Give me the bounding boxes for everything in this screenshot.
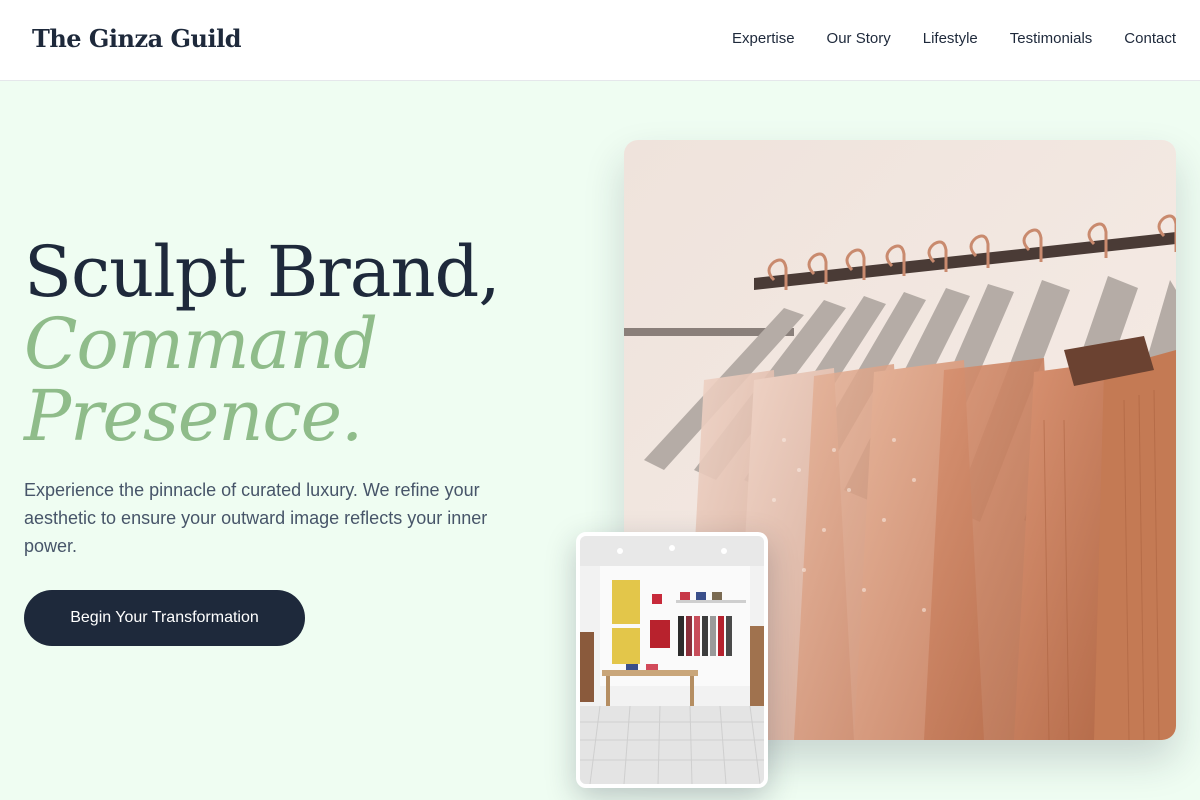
boutique-interior-illustration	[580, 536, 764, 784]
begin-transformation-button[interactable]: Begin Your Transformation	[24, 590, 305, 646]
nav-link-testimonials[interactable]: Testimonials	[1010, 30, 1093, 47]
boutique-interior-image	[576, 532, 768, 788]
brand-logo[interactable]: The Ginza Guild	[32, 24, 242, 53]
headline-line-3: Presence.	[24, 375, 363, 457]
site-header: The Ginza Guild Expertise Our Story Life…	[0, 0, 1200, 81]
nav-link-our-story[interactable]: Our Story	[827, 30, 891, 47]
headline-line-1: Sculpt Brand,	[24, 231, 501, 313]
hero-headline: Sculpt Brand, Command Presence.	[24, 231, 501, 457]
nav-link-contact[interactable]: Contact	[1124, 30, 1176, 47]
hero-subtext: Experience the pinnacle of curated luxur…	[24, 480, 488, 556]
headline-line-2: Command	[24, 303, 378, 385]
nav-link-expertise[interactable]: Expertise	[732, 30, 795, 47]
main-nav: Expertise Our Story Lifestyle Testimonia…	[732, 30, 1176, 47]
nav-link-lifestyle[interactable]: Lifestyle	[923, 30, 978, 47]
